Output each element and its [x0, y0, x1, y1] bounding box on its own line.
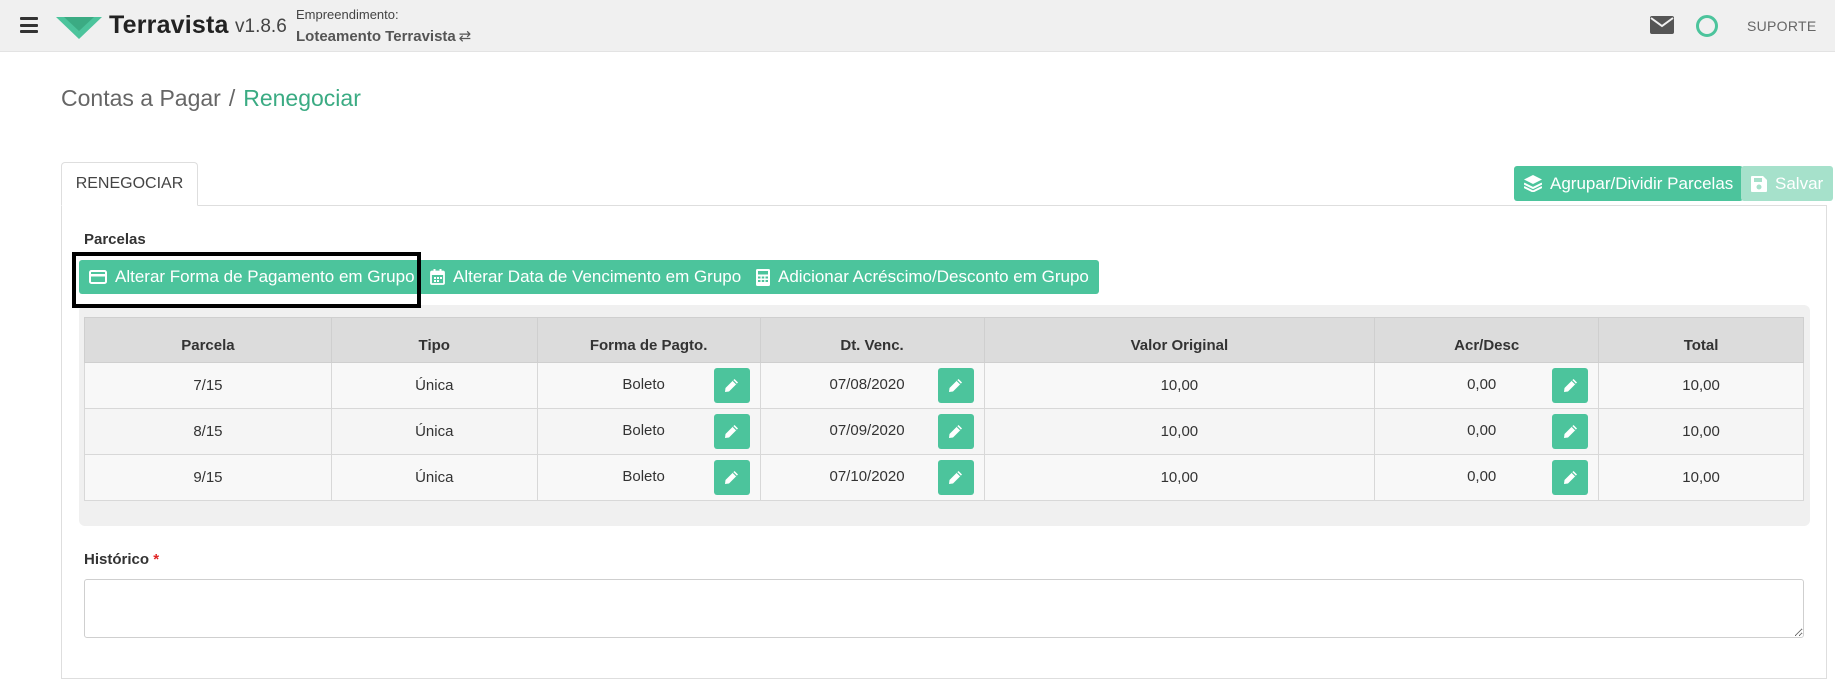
breadcrumb-separator: /	[228, 85, 236, 111]
venc-value: 07/08/2020	[829, 375, 905, 393]
logo-icon	[56, 17, 102, 39]
pencil-icon	[1563, 471, 1577, 484]
pencil-icon	[949, 425, 963, 438]
support-link[interactable]: SUPORTE	[1747, 18, 1817, 34]
parcelas-section-label: Parcelas	[84, 231, 146, 248]
group-split-button[interactable]: Agrupar/Dividir Parcelas	[1514, 166, 1744, 201]
cell-valor: 10,00	[983, 454, 1376, 501]
breadcrumb-current: Renegociar	[243, 85, 361, 111]
pencil-icon	[725, 379, 739, 392]
save-label: Salvar	[1775, 173, 1824, 193]
cell-total: 10,00	[1598, 454, 1804, 501]
cell-venc: 07/09/2020	[759, 408, 985, 455]
edit-venc-button[interactable]	[937, 460, 974, 495]
cell-total: 10,00	[1598, 362, 1804, 409]
add-adjustment-group-label: Adicionar Acréscimo/Desconto em Grupo	[778, 267, 1089, 286]
acr-value: 0,00	[1467, 375, 1497, 393]
cell-forma: Boleto	[536, 408, 761, 455]
required-marker: *	[153, 551, 160, 568]
cell-valor: 10,00	[983, 362, 1376, 409]
highlight-box	[72, 252, 421, 308]
breadcrumb: Contas a Pagar / Renegociar	[61, 85, 361, 112]
column-header-tipo: Tipo	[330, 317, 538, 363]
edit-forma-button[interactable]	[713, 368, 750, 403]
cell-total: 10,00	[1598, 408, 1804, 455]
edit-acr-button[interactable]	[1552, 414, 1589, 449]
status-indicator-icon[interactable]	[1696, 15, 1718, 37]
table-row: 8/15 Única Boleto 07/09/2020 10,00 0,00 …	[84, 408, 1804, 455]
change-due-date-group-label: Alterar Data de Vencimento em Grupo	[453, 267, 742, 286]
edit-forma-button[interactable]	[713, 414, 750, 449]
cell-parcela: 9/15	[84, 454, 332, 501]
column-header-valor: Valor Original	[983, 317, 1376, 363]
column-header-acr: Acr/Desc	[1374, 317, 1600, 363]
cell-parcela: 8/15	[84, 408, 332, 455]
forma-value: Boleto	[622, 467, 665, 485]
brand-name: Terravista	[109, 11, 229, 39]
change-due-date-group-button[interactable]: Alterar Data de Vencimento em Grupo	[420, 260, 752, 294]
pencil-icon	[949, 379, 963, 392]
cell-venc: 07/10/2020	[759, 454, 985, 501]
column-header-total: Total	[1598, 317, 1804, 363]
mail-icon[interactable]	[1650, 16, 1674, 34]
cell-tipo: Única	[330, 454, 538, 501]
cell-forma: Boleto	[536, 362, 761, 409]
column-header-parcela: Parcela	[84, 317, 332, 363]
pencil-icon	[725, 425, 739, 438]
save-button[interactable]: Salvar	[1741, 166, 1834, 201]
cell-valor: 10,00	[983, 408, 1376, 455]
table-header-row: Parcela Tipo Forma de Pagto. Dt. Venc. V…	[84, 317, 1804, 363]
table-row: 7/15 Única Boleto 07/08/2020 10,00 0,00 …	[84, 362, 1804, 409]
tab-renegociar[interactable]: RENEGOCIAR	[61, 162, 198, 206]
cell-acr: 0,00	[1374, 408, 1600, 455]
pencil-icon	[949, 471, 963, 484]
calculator-icon	[756, 268, 770, 286]
swap-icon: ⇄	[458, 28, 472, 45]
edit-venc-button[interactable]	[937, 414, 974, 449]
cell-tipo: Única	[330, 362, 538, 409]
pencil-icon	[1563, 379, 1577, 392]
cell-parcela: 7/15	[84, 362, 332, 409]
forma-value: Boleto	[622, 375, 665, 393]
empreendimento-selector[interactable]: Loteamento Terravista ⇄	[296, 27, 471, 45]
table-row: 9/15 Única Boleto 07/10/2020 10,00 0,00 …	[84, 454, 1804, 501]
add-adjustment-group-button[interactable]: Adicionar Acréscimo/Desconto em Grupo	[746, 260, 1099, 294]
column-header-forma: Forma de Pagto.	[536, 317, 761, 363]
layers-icon	[1524, 175, 1542, 192]
edit-forma-button[interactable]	[713, 460, 750, 495]
empreendimento-label: Empreendimento:	[296, 7, 399, 22]
cell-tipo: Única	[330, 408, 538, 455]
cell-acr: 0,00	[1374, 454, 1600, 501]
app-version: v1.8.6	[235, 16, 287, 37]
breadcrumb-parent[interactable]: Contas a Pagar	[61, 85, 221, 111]
historico-label-text: Histórico	[84, 551, 150, 568]
edit-acr-button[interactable]	[1552, 460, 1589, 495]
venc-value: 07/09/2020	[829, 421, 905, 439]
pencil-icon	[725, 471, 739, 484]
acr-value: 0,00	[1467, 467, 1497, 485]
save-icon	[1751, 175, 1767, 192]
forma-value: Boleto	[622, 421, 665, 439]
top-navbar: Terravista v1.8.6 Empreendimento: Loteam…	[0, 0, 1835, 52]
menu-icon[interactable]	[20, 17, 38, 33]
cell-acr: 0,00	[1374, 362, 1600, 409]
empreendimento-value: Loteamento Terravista	[296, 28, 456, 45]
edit-venc-button[interactable]	[937, 368, 974, 403]
pencil-icon	[1563, 425, 1577, 438]
historico-textarea[interactable]	[84, 579, 1804, 638]
cell-forma: Boleto	[536, 454, 761, 501]
edit-acr-button[interactable]	[1552, 368, 1589, 403]
cell-venc: 07/08/2020	[759, 362, 985, 409]
parcelas-table: Parcela Tipo Forma de Pagto. Dt. Venc. V…	[84, 317, 1804, 501]
venc-value: 07/10/2020	[829, 467, 905, 485]
calendar-icon	[430, 269, 445, 285]
acr-value: 0,00	[1467, 421, 1497, 439]
group-split-label: Agrupar/Dividir Parcelas	[1550, 173, 1734, 193]
column-header-venc: Dt. Venc.	[759, 317, 985, 363]
historico-label: Histórico *	[84, 551, 159, 568]
